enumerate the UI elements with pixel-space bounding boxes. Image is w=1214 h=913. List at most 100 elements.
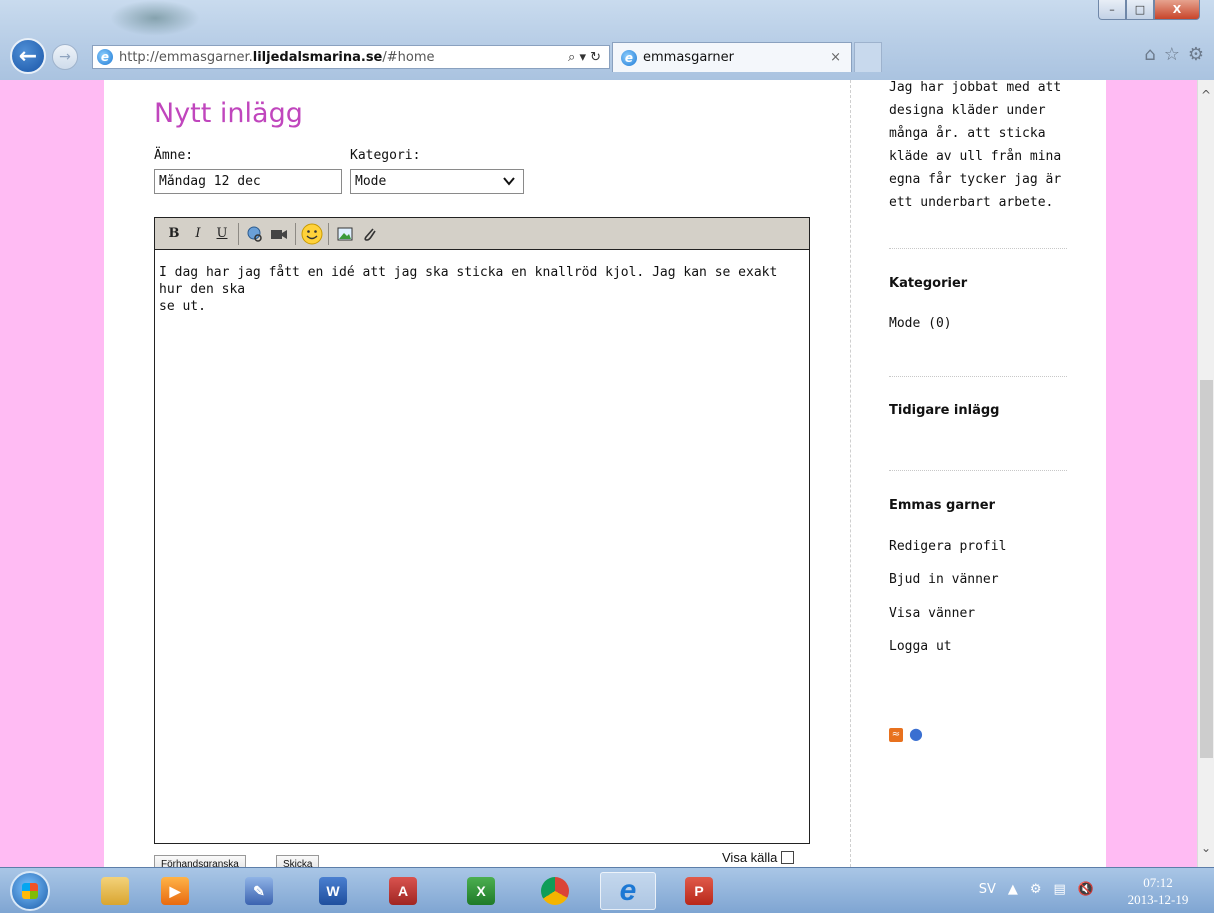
powerpoint-icon: P (685, 877, 713, 905)
preview-button[interactable]: Förhandsgranska (154, 855, 246, 867)
category-selected-value: Mode (355, 174, 387, 189)
word-icon: W (319, 877, 347, 905)
clock-time: 07:12 (1143, 875, 1173, 890)
network-icon[interactable]: ▤ (1054, 882, 1066, 897)
chevron-down-icon (503, 177, 515, 186)
taskbar-media-player[interactable]: ▶ (152, 872, 198, 910)
taskbar-word[interactable]: W (310, 872, 356, 910)
category-label: Kategori: (350, 148, 421, 163)
home-icon[interactable]: ⌂ (1144, 44, 1155, 65)
insert-video-button[interactable] (268, 223, 290, 245)
taskbar-powerpoint[interactable]: P (676, 872, 722, 910)
link-globe-icon (247, 226, 262, 242)
show-source-toggle[interactable]: Visa källa (722, 850, 795, 865)
browser-chrome: – □ X ← → e http://emmasgarner. liljedals… (0, 0, 1214, 80)
rss-icon[interactable]: ≈ (889, 728, 903, 742)
clock[interactable]: 07:12 2013-12-19 (1116, 874, 1200, 908)
smiley-icon (301, 223, 323, 244)
scrollbar-thumb[interactable] (1200, 380, 1213, 758)
post-editor: B I U I dag har jag fått en idé att jag … (154, 217, 810, 844)
taskbar-excel[interactable]: X (458, 872, 504, 910)
volume-muted-icon[interactable]: 🔇 (1078, 882, 1094, 897)
show-source-checkbox[interactable] (781, 851, 795, 864)
page-viewport: Nytt inlägg Ämne: Kategori: Mode B I U (0, 80, 1197, 867)
maximize-button[interactable]: □ (1126, 0, 1154, 20)
favorites-star-icon[interactable]: ☆ (1164, 44, 1180, 65)
send-button[interactable]: Skicka (276, 855, 320, 867)
sidebar-divider (889, 470, 1067, 471)
tab-emmasgarner[interactable]: e emmasgarner × (612, 42, 852, 72)
toolbar-separator (238, 222, 239, 245)
bold-button[interactable]: B (163, 223, 185, 245)
show-friends-link[interactable]: Visa vänner (889, 606, 975, 621)
taskbar-explorer[interactable] (92, 872, 138, 910)
window-controls: – □ X (1098, 0, 1200, 20)
attach-file-button[interactable] (358, 223, 380, 245)
subject-input[interactable] (154, 169, 342, 194)
vertical-scrollbar[interactable]: ^ ⌄ (1197, 80, 1214, 867)
edit-profile-link[interactable]: Redigera profil (889, 539, 1006, 554)
category-link-mode[interactable]: Mode (0) (889, 316, 952, 331)
category-select[interactable]: Mode (350, 169, 524, 194)
earlier-posts-heading: Tidigare inlägg (889, 403, 1000, 418)
tab-ie-icon: e (621, 49, 637, 66)
show-hidden-icons-icon[interactable]: ▲ (1008, 882, 1018, 897)
url-host: liljedalsmarina.se (252, 49, 383, 65)
video-camera-icon (271, 229, 287, 239)
subject-label: Ämne: (154, 148, 194, 163)
sidebar-divider (889, 248, 1067, 249)
system-tray: SV ▲ ⚙ ▤ 🔇 (979, 882, 1094, 897)
taskbar: ▶ ✎ W A X e P SV ▲ ⚙ ▤ 🔇 07:12 2013-12-1… (0, 867, 1214, 913)
internet-explorer-icon: e (619, 874, 637, 907)
taskbar-access[interactable]: A (380, 872, 426, 910)
sidebar-divider (889, 376, 1067, 377)
window-title-area (110, 0, 200, 36)
insert-emoticon-button[interactable] (301, 223, 323, 245)
toolbar-separator (328, 222, 329, 245)
insert-image-button[interactable] (334, 223, 356, 245)
messenger-icon[interactable]: ● (909, 724, 923, 743)
back-button[interactable]: ← (10, 38, 46, 74)
windows-logo-icon (22, 883, 38, 899)
close-window-button[interactable]: X (1154, 0, 1200, 20)
forward-arrow-icon: → (59, 49, 71, 65)
invite-friends-link[interactable]: Bjud in vänner (889, 572, 999, 587)
page-content: Nytt inlägg Ämne: Kategori: Mode B I U (104, 80, 1106, 867)
paperclip-icon (364, 227, 376, 241)
start-button[interactable] (10, 871, 50, 911)
insert-link-button[interactable] (244, 223, 266, 245)
italic-button[interactable]: I (187, 223, 209, 245)
back-arrow-icon: ← (18, 43, 38, 69)
show-source-label: Visa källa (722, 850, 778, 865)
minimize-button[interactable]: – (1098, 0, 1126, 20)
settings-gear-icon[interactable]: ⚙ (1188, 44, 1204, 65)
logout-link[interactable]: Logga ut (889, 639, 952, 654)
clock-date: 2013-12-19 (1127, 892, 1189, 907)
taskbar-internet-explorer[interactable]: e (600, 872, 656, 910)
categories-heading: Kategorier (889, 276, 968, 291)
url-prefix: http://emmasgarner. (119, 49, 253, 65)
address-search-refresh-icons[interactable]: ⌕ ▾ ↻ (568, 50, 601, 65)
language-indicator[interactable]: SV (979, 882, 996, 897)
image-icon (337, 227, 353, 240)
page-title: Nytt inlägg (154, 98, 303, 129)
new-tab-button[interactable] (854, 42, 882, 72)
forward-button[interactable]: → (52, 44, 78, 70)
access-icon: A (389, 877, 417, 905)
about-text: Jag har jobbat med att designa kläder un… (889, 80, 1062, 210)
post-body-textarea[interactable]: I dag har jag fått en idé att jag ska st… (155, 250, 809, 329)
profile-heading: Emmas garner (889, 498, 995, 513)
taskbar-chrome[interactable] (532, 872, 578, 910)
scroll-up-icon[interactable]: ^ (1199, 88, 1213, 102)
chrome-icon (541, 877, 569, 905)
toolbar-separator (295, 222, 296, 245)
excel-icon: X (467, 877, 495, 905)
media-player-icon: ▶ (161, 877, 189, 905)
safely-remove-icon[interactable]: ⚙ (1030, 882, 1042, 897)
tab-close-icon[interactable]: × (830, 50, 841, 65)
site-ie-icon: e (97, 49, 113, 65)
taskbar-paint[interactable]: ✎ (236, 872, 282, 910)
address-bar[interactable]: e http://emmasgarner. liljedalsmarina.se /… (92, 45, 610, 69)
scroll-down-icon[interactable]: ⌄ (1199, 841, 1213, 855)
underline-button[interactable]: U (211, 223, 233, 245)
